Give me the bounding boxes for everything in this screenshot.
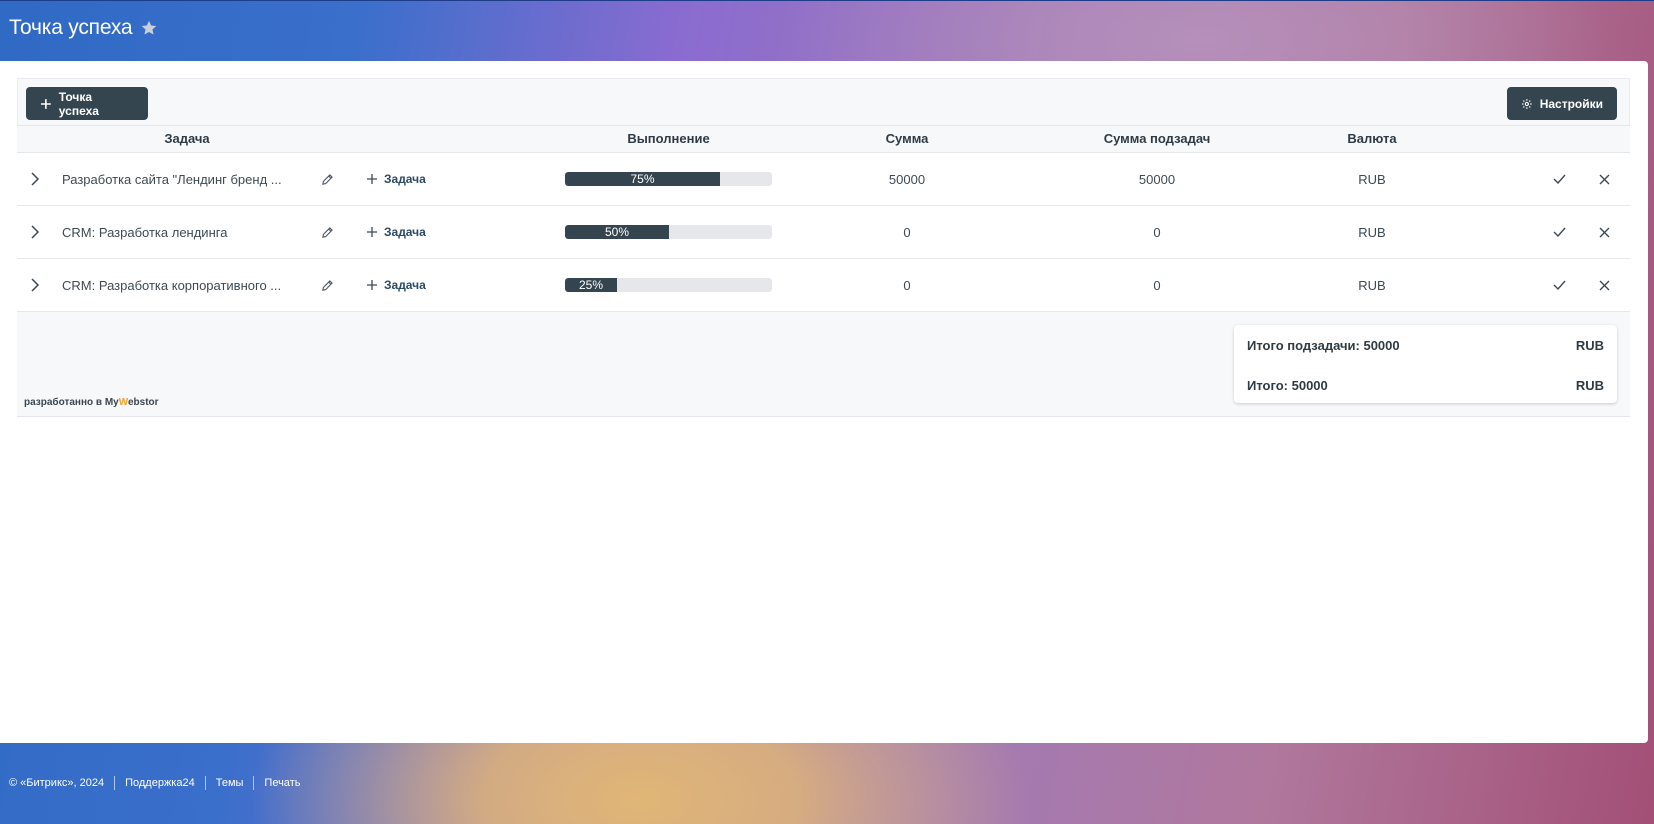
progress-bar: 25% <box>565 259 772 311</box>
pencil-icon[interactable] <box>319 206 335 258</box>
progress-label: 75% <box>630 172 655 186</box>
currency-value: RUB <box>1358 277 1386 293</box>
chevron-right-icon[interactable] <box>27 153 43 205</box>
page-title: Точка успеха <box>9 16 133 39</box>
check-icon[interactable] <box>1551 206 1567 258</box>
subtasks-sum-value: 0 <box>1153 224 1161 240</box>
site-footer: © «Битрикс», 2024 Поддержка24 Темы Печат… <box>9 776 300 790</box>
progress-bar: 50% <box>565 206 772 258</box>
footer-divider <box>253 776 255 790</box>
add-success-point-button[interactable]: Точка успеха <box>26 87 148 120</box>
close-icon[interactable] <box>1596 153 1612 205</box>
add-subtask-label: Задача <box>384 225 426 239</box>
star-icon[interactable] <box>140 19 158 37</box>
plus-icon <box>367 174 377 184</box>
powered-prefix: разработанно в <box>24 397 105 408</box>
plus-icon <box>40 98 51 109</box>
pencil-icon[interactable] <box>319 153 335 205</box>
task-name[interactable]: CRM: Разработка корпоративного ... <box>62 259 302 311</box>
powered-brand-my: My <box>104 397 119 408</box>
footer-divider <box>114 776 116 790</box>
page-header: Точка успеха <box>9 16 158 40</box>
settings-button-label: Настройки <box>1539 96 1603 111</box>
subtasks-total-label: Итого подзадачи: 50000 <box>1247 337 1400 353</box>
chevron-right-icon[interactable] <box>27 259 43 311</box>
close-icon[interactable] <box>1596 259 1612 311</box>
column-header-currency[interactable]: Валюта <box>1322 126 1422 152</box>
subtasks-sum-value: 0 <box>1153 277 1161 293</box>
main-card: Точка успеха Настройки Задача Выполнение… <box>0 61 1648 743</box>
currency-value: RUB <box>1358 171 1386 187</box>
footer-divider <box>204 776 206 790</box>
settings-button[interactable]: Настройки <box>1507 87 1617 120</box>
grand-total-row: Итого: 50000 RUB <box>1247 375 1604 395</box>
totals-area: разработанно в MyWebstor Итого подзадачи… <box>17 312 1630 417</box>
grand-total-label: Итого: 50000 <box>1247 377 1328 393</box>
print-link[interactable]: Печать <box>264 777 300 789</box>
copyright: © «Битрикс», 2024 <box>9 777 105 789</box>
currency-value: RUB <box>1358 224 1386 240</box>
sum-value: 50000 <box>888 171 926 187</box>
check-icon[interactable] <box>1551 153 1567 205</box>
column-header-task[interactable]: Задача <box>112 126 262 152</box>
subtasks-total-row: Итого подзадачи: 50000 RUB <box>1247 335 1604 355</box>
grand-total-currency: RUB <box>1575 377 1604 393</box>
table-row: CRM: Разработка корпоративного ... Задач… <box>17 259 1630 312</box>
add-button-label: Точка успеха <box>58 89 99 118</box>
powered-brand-rest: ebstor <box>128 397 159 408</box>
table-row: Разработка сайта "Лендинг бренд ... Зада… <box>17 153 1630 206</box>
toolbar: Точка успеха Настройки <box>17 78 1630 125</box>
add-subtask-button[interactable]: Задача <box>366 153 426 205</box>
powered-by[interactable]: разработанно в MyWebstor <box>24 397 159 408</box>
add-subtask-label: Задача <box>384 172 426 186</box>
top-line <box>0 0 1654 1</box>
chevron-right-icon[interactable] <box>27 206 43 258</box>
plus-icon <box>367 227 377 237</box>
column-header-progress[interactable]: Выполнение <box>565 126 772 152</box>
totals-panel: Итого подзадачи: 50000 RUB Итого: 50000 … <box>1234 325 1617 403</box>
gear-icon <box>1521 98 1532 109</box>
task-name[interactable]: CRM: Разработка лендинга <box>62 206 302 258</box>
progress-bar: 75% <box>565 153 772 205</box>
sum-value: 0 <box>903 277 911 293</box>
powered-brand-w: W <box>118 397 128 408</box>
progress-label: 50% <box>604 225 630 239</box>
support-link[interactable]: Поддержка24 <box>125 777 195 789</box>
table-header: Задача Выполнение Сумма Сумма подзадач В… <box>17 125 1630 153</box>
themes-link[interactable]: Темы <box>216 777 244 789</box>
progress-label: 25% <box>578 278 604 292</box>
add-subtask-button[interactable]: Задача <box>366 206 426 258</box>
add-subtask-label: Задача <box>384 278 426 292</box>
close-icon[interactable] <box>1596 206 1612 258</box>
plus-icon <box>367 280 377 290</box>
column-header-subtasks-sum[interactable]: Сумма подзадач <box>1077 126 1237 152</box>
table-row: CRM: Разработка лендинга Задача 50% 0 0 … <box>17 206 1630 259</box>
add-subtask-button[interactable]: Задача <box>366 259 426 311</box>
table-body: Разработка сайта "Лендинг бренд ... Зада… <box>17 153 1630 312</box>
subtasks-sum-value: 50000 <box>1138 171 1176 187</box>
pencil-icon[interactable] <box>319 259 335 311</box>
subtasks-total-currency: RUB <box>1575 337 1604 353</box>
column-header-sum[interactable]: Сумма <box>847 126 967 152</box>
sum-value: 0 <box>903 224 911 240</box>
check-icon[interactable] <box>1551 259 1567 311</box>
task-name[interactable]: Разработка сайта "Лендинг бренд ... <box>62 153 302 205</box>
